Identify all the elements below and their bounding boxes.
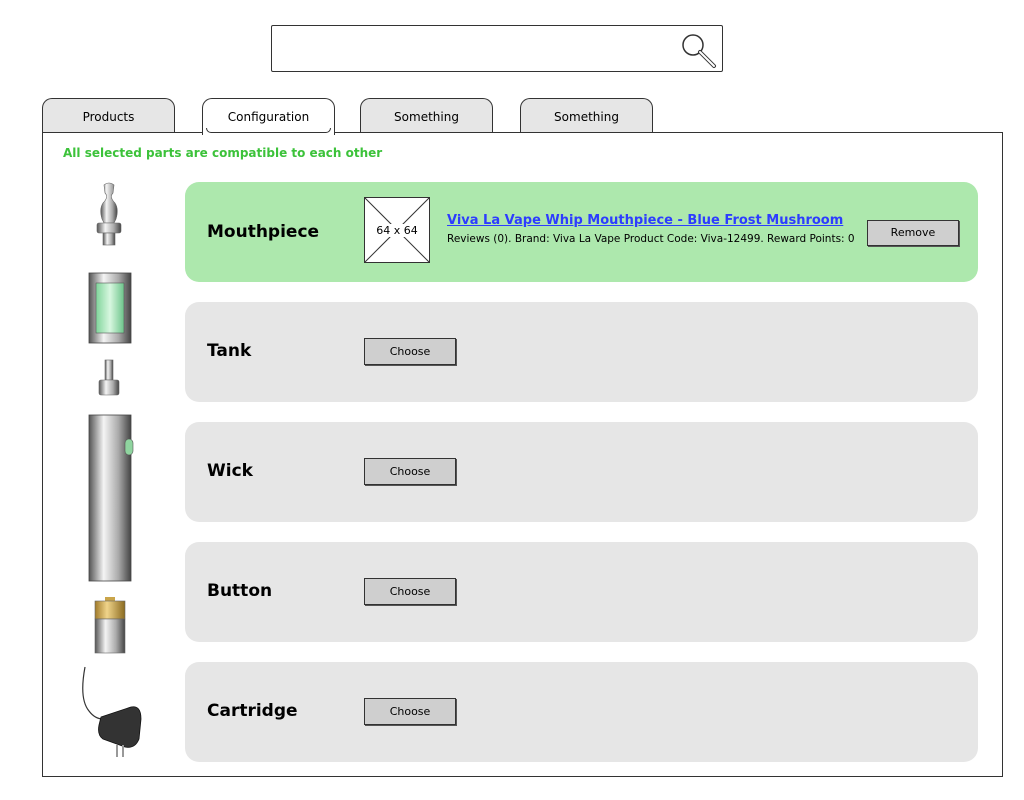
part-row-button: Button Choose	[185, 542, 978, 642]
choose-cartridge-button[interactable]: Choose	[364, 698, 456, 725]
choose-wick-button[interactable]: Choose	[364, 458, 456, 485]
part-row-mouthpiece: Mouthpiece 64 x 64 Viva La Vape Whip Mou…	[185, 182, 978, 282]
search-input[interactable]	[278, 34, 668, 64]
configuration-panel: All selected parts are compatible to eac…	[42, 132, 1003, 777]
tank-part-icon	[88, 272, 132, 344]
tab-products[interactable]: Products	[42, 98, 175, 133]
choose-tank-button[interactable]: Choose	[364, 338, 456, 365]
part-row-wick: Wick Choose	[185, 422, 978, 522]
wick-part-icon	[98, 359, 120, 396]
part-label-tank: Tank	[207, 341, 252, 361]
remove-button[interactable]: Remove	[867, 220, 959, 246]
search-icon[interactable]	[678, 30, 718, 70]
product-meta: Reviews (0). Brand: Viva La Vape Product…	[447, 233, 855, 245]
part-label-cartridge: Cartridge	[207, 701, 298, 721]
search-bar[interactable]	[271, 25, 723, 72]
part-row-cartridge: Cartridge Choose	[185, 662, 978, 762]
choose-button-part-button[interactable]: Choose	[364, 578, 456, 605]
part-label-button: Button	[207, 581, 273, 601]
device-parts-illustration	[82, 182, 142, 757]
part-row-tank: Tank Choose	[185, 302, 978, 402]
battery-part-icon	[94, 597, 126, 654]
tab-something-1[interactable]: Something	[360, 98, 493, 133]
product-link[interactable]: Viva La Vape Whip Mouthpiece - Blue Fros…	[447, 213, 843, 228]
tab-configuration[interactable]: Configuration	[202, 98, 335, 135]
tab-something-2[interactable]: Something	[520, 98, 653, 133]
part-label-wick: Wick	[207, 461, 253, 481]
compatibility-notice: All selected parts are compatible to eac…	[63, 146, 383, 160]
mouthpiece-part-icon	[96, 182, 122, 246]
charger-part-icon	[82, 666, 142, 757]
part-label-mouthpiece: Mouthpiece	[207, 222, 320, 242]
product-thumbnail: 64 x 64	[364, 197, 430, 263]
thumbnail-size-label: 64 x 64	[375, 224, 419, 237]
button-part-icon	[88, 414, 134, 582]
